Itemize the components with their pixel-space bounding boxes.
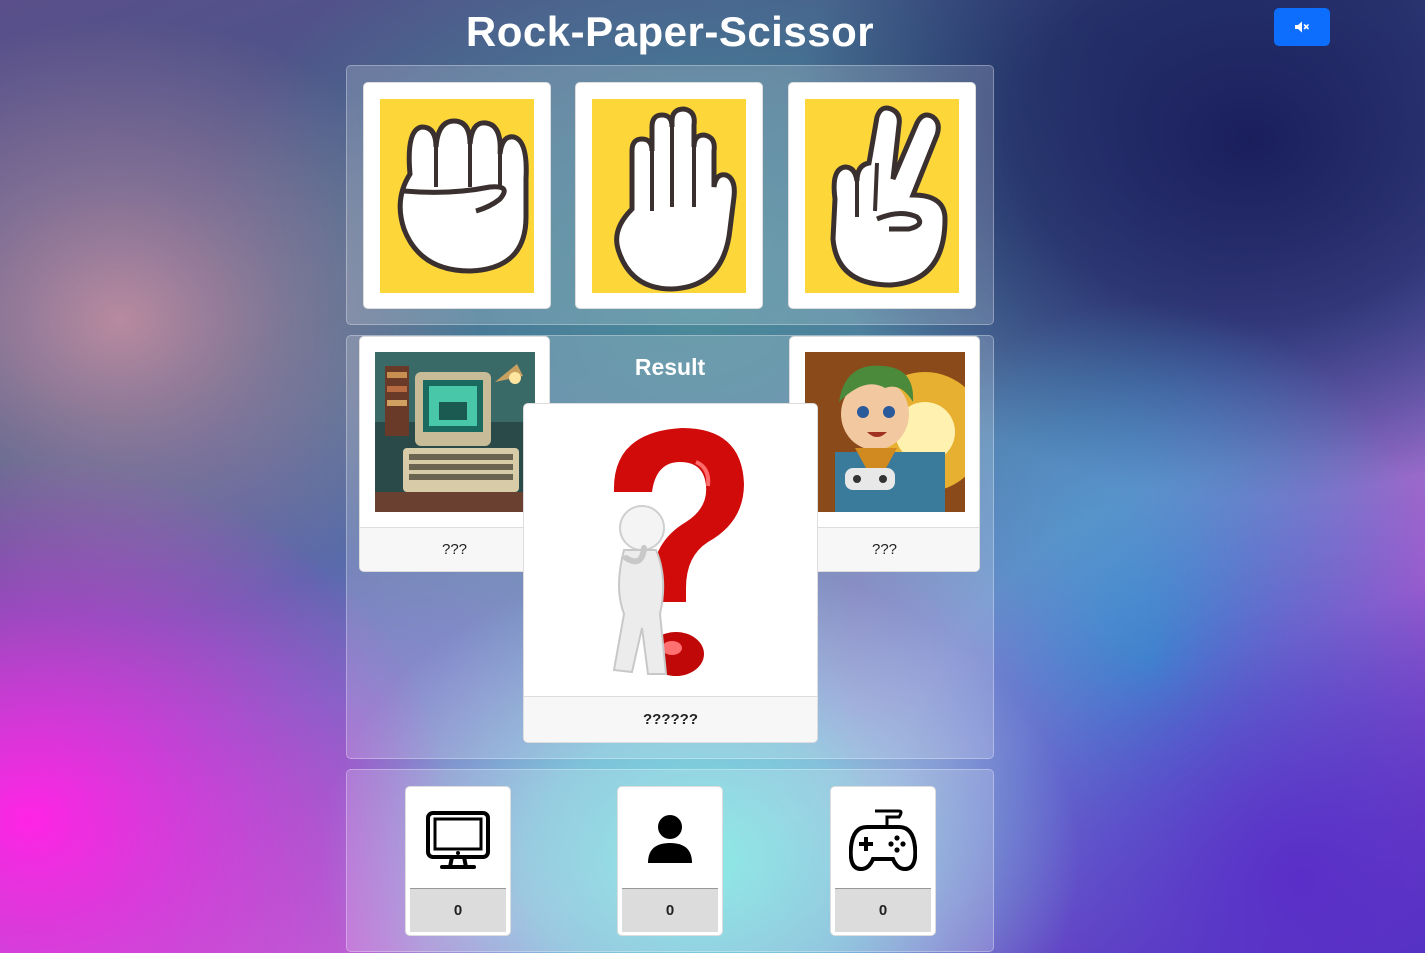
scissor-choice-card[interactable] bbox=[788, 82, 976, 309]
volume-mute-icon bbox=[1295, 21, 1309, 33]
result-title: Result bbox=[634, 354, 706, 380]
result-card: ?????? bbox=[523, 403, 818, 743]
arena-panel: ??? Result ??? ?????? bbox=[346, 335, 994, 759]
computer-card: ??? bbox=[359, 336, 550, 572]
monitor-icon bbox=[424, 807, 492, 873]
computer-score: 0 bbox=[410, 888, 506, 932]
paper-choice-card[interactable] bbox=[575, 82, 763, 309]
anime-gamer-image bbox=[805, 352, 965, 512]
tie-score-card: 0 bbox=[617, 786, 723, 936]
person-icon bbox=[636, 807, 704, 873]
retro-computer-image bbox=[375, 352, 535, 512]
computer-choice-label: ??? bbox=[360, 527, 549, 571]
choice-panel bbox=[346, 65, 994, 325]
player-score-card: 0 bbox=[830, 786, 936, 936]
scoreboard-panel: 0 0 0 bbox=[346, 769, 994, 952]
result-label: ?????? bbox=[524, 696, 817, 742]
player-score: 0 bbox=[835, 888, 931, 932]
rock-choice-card[interactable] bbox=[363, 82, 551, 309]
gamepad-icon bbox=[848, 807, 918, 873]
tie-score: 0 bbox=[622, 888, 718, 932]
page-title: Rock-Paper-Scissor bbox=[465, 8, 875, 55]
computer-score-card: 0 bbox=[405, 786, 511, 936]
victory-hand-icon bbox=[805, 99, 959, 293]
fist-hand-icon bbox=[380, 99, 534, 293]
mute-button[interactable] bbox=[1274, 8, 1330, 46]
open-hand-icon bbox=[592, 99, 746, 293]
question-mark-figure-image bbox=[584, 418, 764, 680]
player-choice-label: ??? bbox=[790, 527, 979, 571]
